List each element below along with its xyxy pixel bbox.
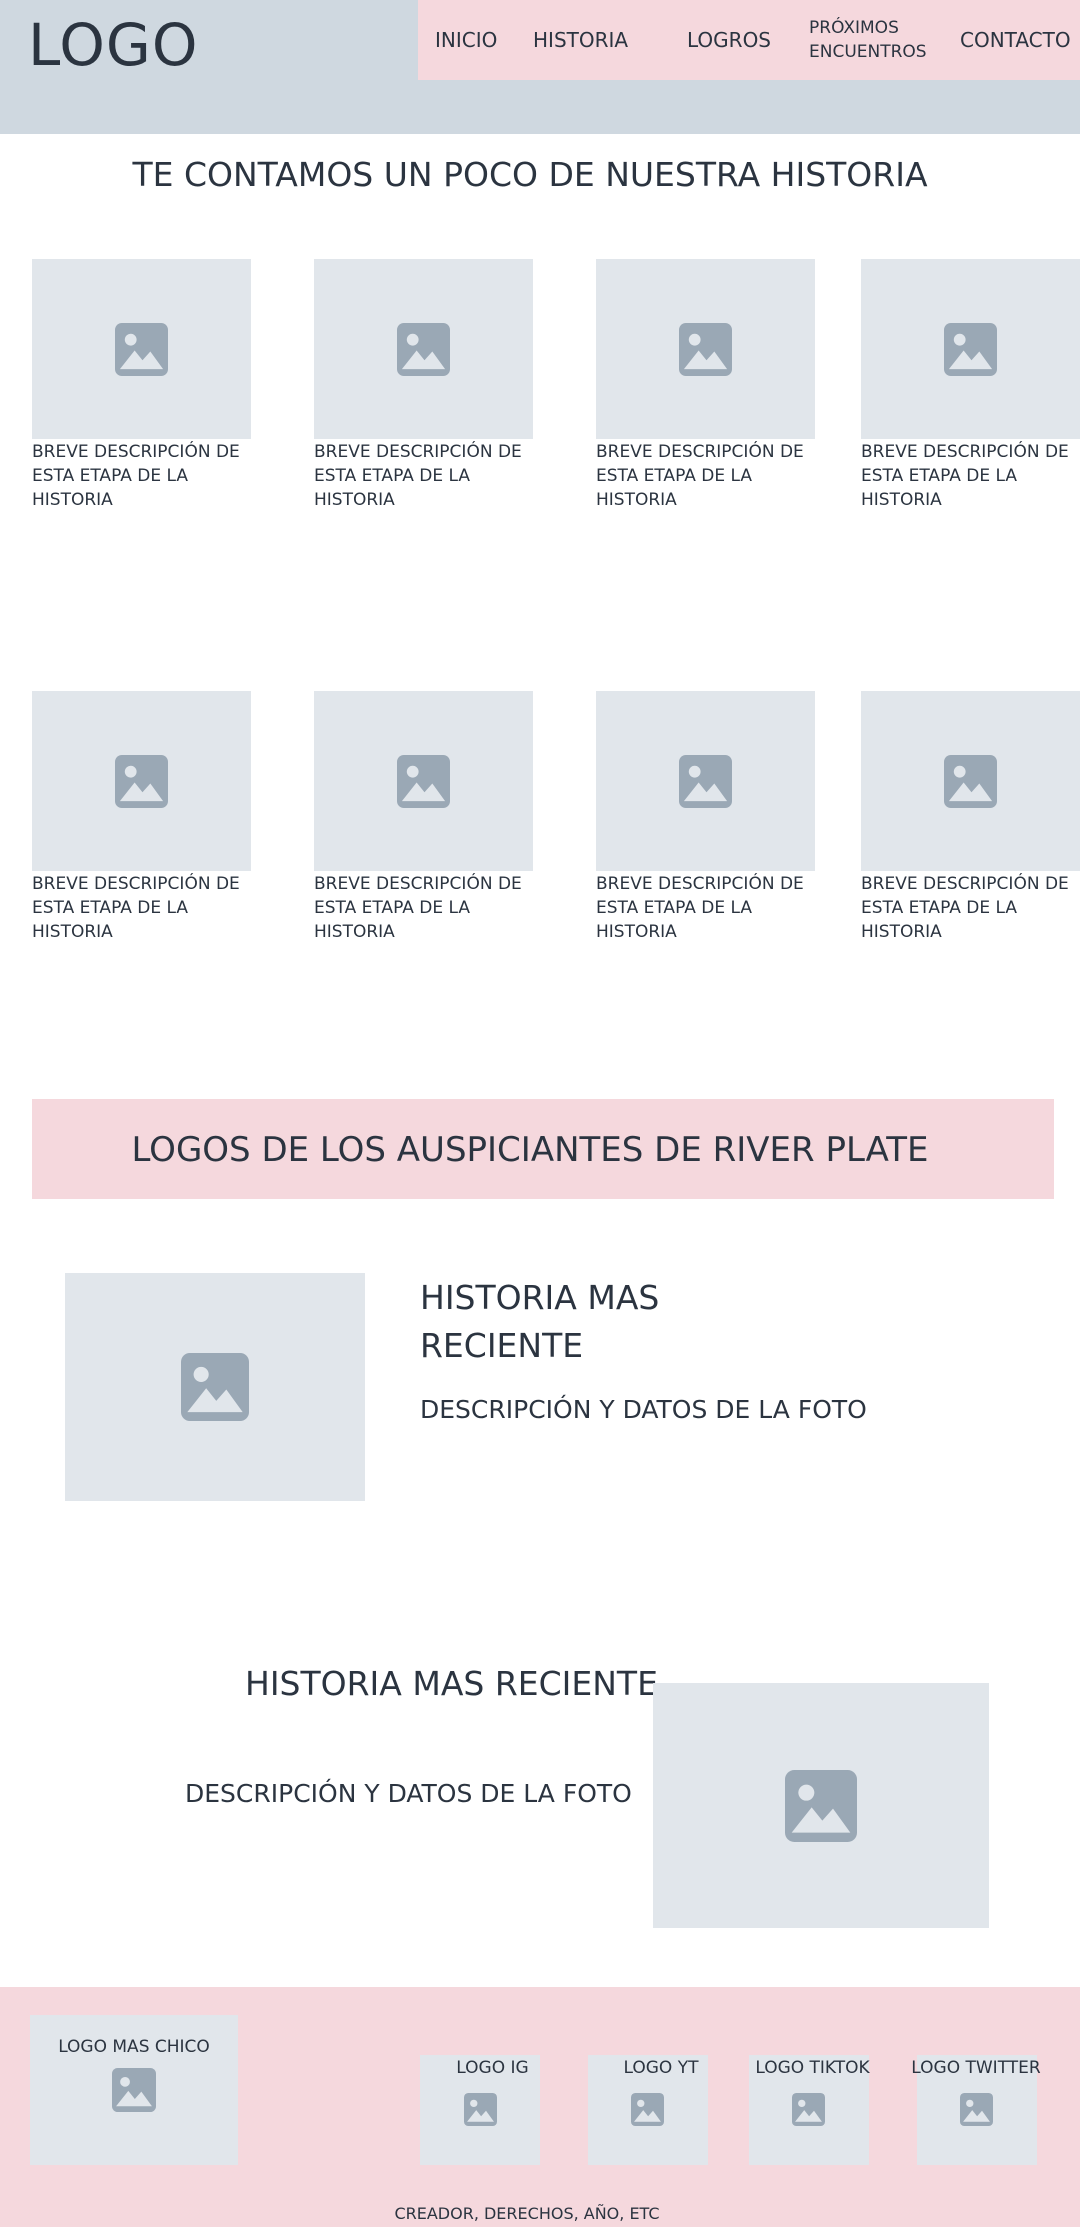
- card-image: [314, 691, 533, 871]
- image-icon: [397, 754, 450, 808]
- youtube-icon: [631, 2093, 664, 2126]
- copyright-text: CREADOR, DERECHOS, AÑO, ETC: [394, 2204, 660, 2223]
- image-icon: [679, 754, 732, 808]
- nav-contacto[interactable]: CONTACTO: [960, 28, 1071, 52]
- footer-youtube-label: LOGO YT: [623, 2058, 699, 2078]
- card-image: [861, 691, 1080, 871]
- tiktok-icon: [792, 2093, 825, 2126]
- card-description: BREVE DESCRIPCIÓN DE ESTA ETAPA DE LA HI…: [596, 442, 804, 510]
- card-image: [314, 259, 533, 439]
- card-description: BREVE DESCRIPCIÓN DE ESTA ETAPA DE LA HI…: [314, 874, 522, 942]
- card-description: BREVE DESCRIPCIÓN DE ESTA ETAPA DE LA HI…: [596, 874, 804, 942]
- instagram-icon: [464, 2093, 497, 2126]
- card-image: [32, 691, 251, 871]
- feature-title-line2: RECIENTE: [420, 1326, 584, 1365]
- image-icon: [944, 754, 997, 808]
- card-image: [32, 259, 251, 439]
- feature-image: [653, 1683, 989, 1928]
- feature-title: HISTORIA MAS RECIENTE: [245, 1664, 658, 1703]
- card-image: [861, 259, 1080, 439]
- site-logo[interactable]: LOGO: [28, 10, 199, 80]
- nav-proximos-encuentros[interactable]: PRÓXIMOS ENCUENTROS: [809, 16, 927, 64]
- feature-description: DESCRIPCIÓN Y DATOS DE LA FOTO: [185, 1779, 632, 1808]
- image-icon: [679, 322, 732, 376]
- footer-tiktok-label: LOGO TIKTOK: [755, 2058, 870, 2078]
- image-icon: [181, 1353, 249, 1421]
- card-description: BREVE DESCRIPCIÓN DE ESTA ETAPA DE LA HI…: [32, 442, 240, 510]
- twitter-icon: [960, 2093, 993, 2126]
- image-icon: [115, 754, 168, 808]
- card-description: BREVE DESCRIPCIÓN DE ESTA ETAPA DE LA HI…: [861, 874, 1069, 942]
- card-image: [596, 691, 815, 871]
- nav-logros[interactable]: LOGROS: [687, 28, 771, 52]
- card-description: BREVE DESCRIPCIÓN DE ESTA ETAPA DE LA HI…: [314, 442, 522, 510]
- feature-description: DESCRIPCIÓN Y DATOS DE LA FOTO: [420, 1395, 867, 1424]
- feature-image: [65, 1273, 365, 1501]
- main-nav: INICIO HISTORIA LOGROS PRÓXIMOS ENCUENTR…: [418, 0, 1080, 80]
- sponsors-text: LOGOS DE LOS AUSPICIANTES DE RIVER PLATE: [131, 1130, 929, 1170]
- footer-instagram-label: LOGO IG: [456, 2058, 529, 2078]
- footer-twitter-label: LOGO TWITTER: [911, 2058, 1041, 2078]
- image-icon: [115, 322, 168, 376]
- image-icon: [944, 322, 997, 376]
- card-description: BREVE DESCRIPCIÓN DE ESTA ETAPA DE LA HI…: [861, 442, 1069, 510]
- nav-historia[interactable]: HISTORIA: [533, 28, 628, 52]
- nav-inicio[interactable]: INICIO: [435, 28, 497, 52]
- image-icon: [397, 322, 450, 376]
- image-icon: [785, 1769, 857, 1842]
- feature-title-line1: HISTORIA MAS: [420, 1278, 660, 1317]
- card-description: BREVE DESCRIPCIÓN DE ESTA ETAPA DE LA HI…: [32, 874, 240, 942]
- page-title: TE CONTAMOS UN POCO DE NUESTRA HISTORIA: [132, 155, 928, 194]
- image-icon: [112, 2068, 156, 2112]
- footer-small-logo-label: LOGO MAS CHICO: [58, 2037, 210, 2057]
- card-image: [596, 259, 815, 439]
